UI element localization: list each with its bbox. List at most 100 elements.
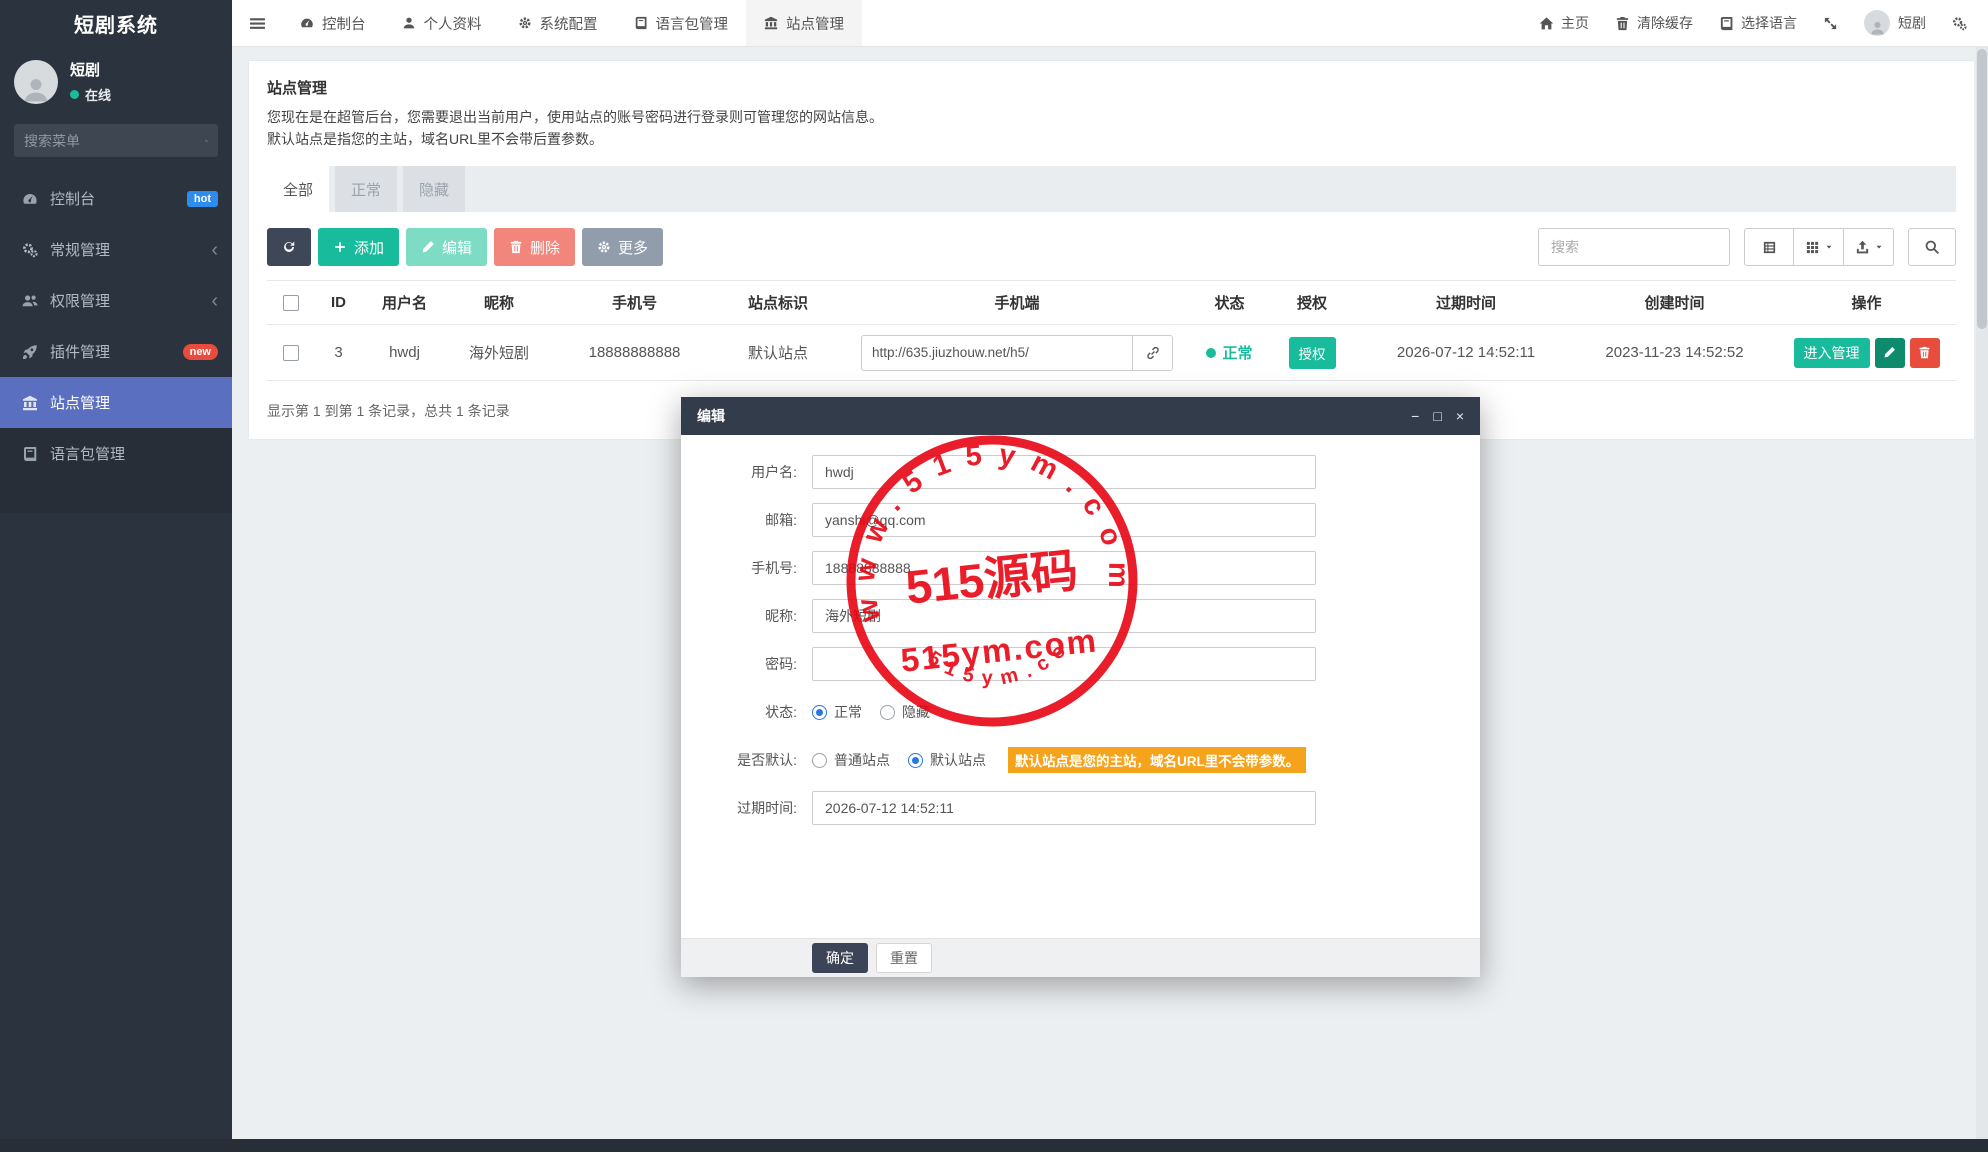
sites-card: 站点管理 您现在是在超管后台，您需要退出当前用户，使用站点的账号密码进行登录则可… xyxy=(248,60,1975,440)
gear-icon xyxy=(597,240,611,254)
fullscreen-button[interactable] xyxy=(1810,0,1851,46)
radio-icon xyxy=(812,704,827,720)
select-all-checkbox[interactable] xyxy=(282,295,299,312)
status-radio-normal[interactable]: 正常 xyxy=(812,702,862,722)
password-field[interactable] xyxy=(812,647,1316,681)
user-panel: 短剧 在线 xyxy=(0,47,232,114)
status-badge: 正常 xyxy=(1206,342,1253,363)
table-search-input[interactable] xyxy=(1538,228,1730,266)
app-window: 短剧系统 短剧 在线 控制台 hot 常规管理 ‹ 权限管理 ‹ xyxy=(0,0,1988,1152)
users-icon xyxy=(22,293,38,309)
refresh-button[interactable] xyxy=(267,228,311,266)
tab-normal[interactable]: 正常 xyxy=(335,166,398,212)
minimize-icon[interactable]: − xyxy=(1411,409,1419,423)
edit-label: 编辑 xyxy=(442,239,473,257)
row-operations: 进入管理 xyxy=(1793,337,1940,368)
sidebar-item-language-packs[interactable]: 语言包管理 xyxy=(0,428,232,479)
row-delete-button[interactable] xyxy=(1909,337,1940,368)
add-label: 添加 xyxy=(354,239,385,257)
phone-field[interactable] xyxy=(812,551,1316,585)
scrollbar[interactable] xyxy=(1976,47,1988,1139)
email-field[interactable] xyxy=(812,503,1316,537)
tab-hidden[interactable]: 隐藏 xyxy=(403,166,466,212)
chevron-left-icon: ‹ xyxy=(211,289,218,312)
pencil-icon xyxy=(421,240,435,254)
search-icon xyxy=(1924,239,1940,255)
sidebar-item-label: 常规管理 xyxy=(50,242,111,259)
sidebar-item-dashboard[interactable]: 控制台 hot xyxy=(0,173,232,224)
col-phone: 手机号 xyxy=(552,280,717,325)
trash-icon xyxy=(509,240,523,254)
tab-all[interactable]: 全部 xyxy=(267,166,330,212)
bank-icon xyxy=(22,395,38,411)
delete-button[interactable]: 删除 xyxy=(494,228,576,266)
navtab-profile[interactable]: 个人资料 xyxy=(384,0,500,46)
page-title: 站点管理 xyxy=(267,80,328,97)
navbar-user-menu[interactable]: 短剧 xyxy=(1851,0,1939,46)
add-button[interactable]: 添加 xyxy=(318,228,400,266)
plus-icon xyxy=(333,240,347,254)
export-button[interactable] xyxy=(1844,228,1894,266)
nickname-label: 昵称: xyxy=(765,608,797,624)
edit-button[interactable]: 编辑 xyxy=(406,228,488,266)
col-nickname: 昵称 xyxy=(446,280,552,325)
enter-manage-button[interactable]: 进入管理 xyxy=(1793,337,1870,368)
page-description-line1: 您现在是在超管后台，您需要退出当前用户，使用站点的账号密码进行登录则可管理您的网… xyxy=(267,109,883,125)
detail-view-button[interactable] xyxy=(1744,228,1794,266)
open-link-button[interactable] xyxy=(1133,334,1173,371)
navtab-system-config[interactable]: 系统配置 xyxy=(500,0,616,46)
export-icon xyxy=(1855,240,1870,255)
username-field[interactable] xyxy=(812,455,1316,489)
default-radio-default-site[interactable]: 默认站点 xyxy=(908,750,986,770)
sidebar-submenu-block: 语言包管理 xyxy=(0,428,232,513)
edit-modal: 编辑 − □ × 用户名: 邮箱: 手机号: 昵称: xyxy=(681,397,1480,977)
more-button[interactable]: 更多 xyxy=(582,228,664,266)
navtab-dashboard[interactable]: 控制台 xyxy=(282,0,384,46)
default-radio-normal-site[interactable]: 普通站点 xyxy=(812,750,890,770)
filter-tabs: 全部 正常 隐藏 xyxy=(267,166,1956,212)
chevron-left-icon: ‹ xyxy=(211,238,218,261)
row-checkbox[interactable] xyxy=(282,345,299,362)
email-label: 邮箱: xyxy=(765,512,797,528)
nickname-field[interactable] xyxy=(812,599,1316,633)
choose-language-button[interactable]: 选择语言 xyxy=(1706,0,1810,46)
sidebar-item-sites[interactable]: 站点管理 xyxy=(0,377,232,428)
cell-created: 2023-11-23 14:52:52 xyxy=(1572,324,1777,381)
settings-button[interactable] xyxy=(1939,0,1980,46)
modal-header[interactable]: 编辑 − □ × xyxy=(681,397,1480,435)
scrollbar-thumb[interactable] xyxy=(1977,49,1987,329)
close-icon[interactable]: × xyxy=(1456,409,1464,423)
menu-icon xyxy=(249,15,266,32)
sidebar-item-general[interactable]: 常规管理 ‹ xyxy=(0,224,232,275)
confirm-button[interactable]: 确定 xyxy=(812,943,868,973)
row-edit-button[interactable] xyxy=(1874,337,1905,368)
navtab-label: 系统配置 xyxy=(539,16,598,33)
search-submit-button[interactable] xyxy=(1908,228,1956,266)
sidebar-item-plugins[interactable]: 插件管理 new xyxy=(0,326,232,377)
navtab-sites[interactable]: 站点管理 xyxy=(746,0,862,46)
navtab-label: 个人资料 xyxy=(423,16,482,33)
navtab-language-packs[interactable]: 语言包管理 xyxy=(616,0,747,46)
expire-field[interactable] xyxy=(812,791,1316,825)
sidebar-item-label: 语言包管理 xyxy=(50,446,126,463)
maximize-icon[interactable]: □ xyxy=(1433,409,1441,423)
grid-icon xyxy=(1805,240,1820,255)
radio-label: 正常 xyxy=(834,704,862,720)
cell-id: 3 xyxy=(314,324,363,381)
user-status: 在线 xyxy=(85,88,112,103)
trash-icon xyxy=(1918,346,1931,359)
home-button[interactable]: 主页 xyxy=(1526,0,1602,46)
status-radio-hidden[interactable]: 隐藏 xyxy=(880,702,930,722)
columns-button[interactable] xyxy=(1794,228,1844,266)
book-icon xyxy=(22,446,38,462)
sidebar-item-permissions[interactable]: 权限管理 ‹ xyxy=(0,275,232,326)
navbar-user-name: 短剧 xyxy=(1898,15,1926,31)
mobile-url-input[interactable] xyxy=(861,334,1133,371)
clear-cache-button[interactable]: 清除缓存 xyxy=(1602,0,1706,46)
sidebar-search-input[interactable] xyxy=(24,132,205,149)
caret-down-icon xyxy=(1875,243,1883,251)
authorize-button[interactable]: 授权 xyxy=(1288,336,1336,369)
hamburger-menu-button[interactable] xyxy=(232,0,282,46)
gauge-icon xyxy=(300,16,314,30)
reset-button[interactable]: 重置 xyxy=(876,943,932,973)
